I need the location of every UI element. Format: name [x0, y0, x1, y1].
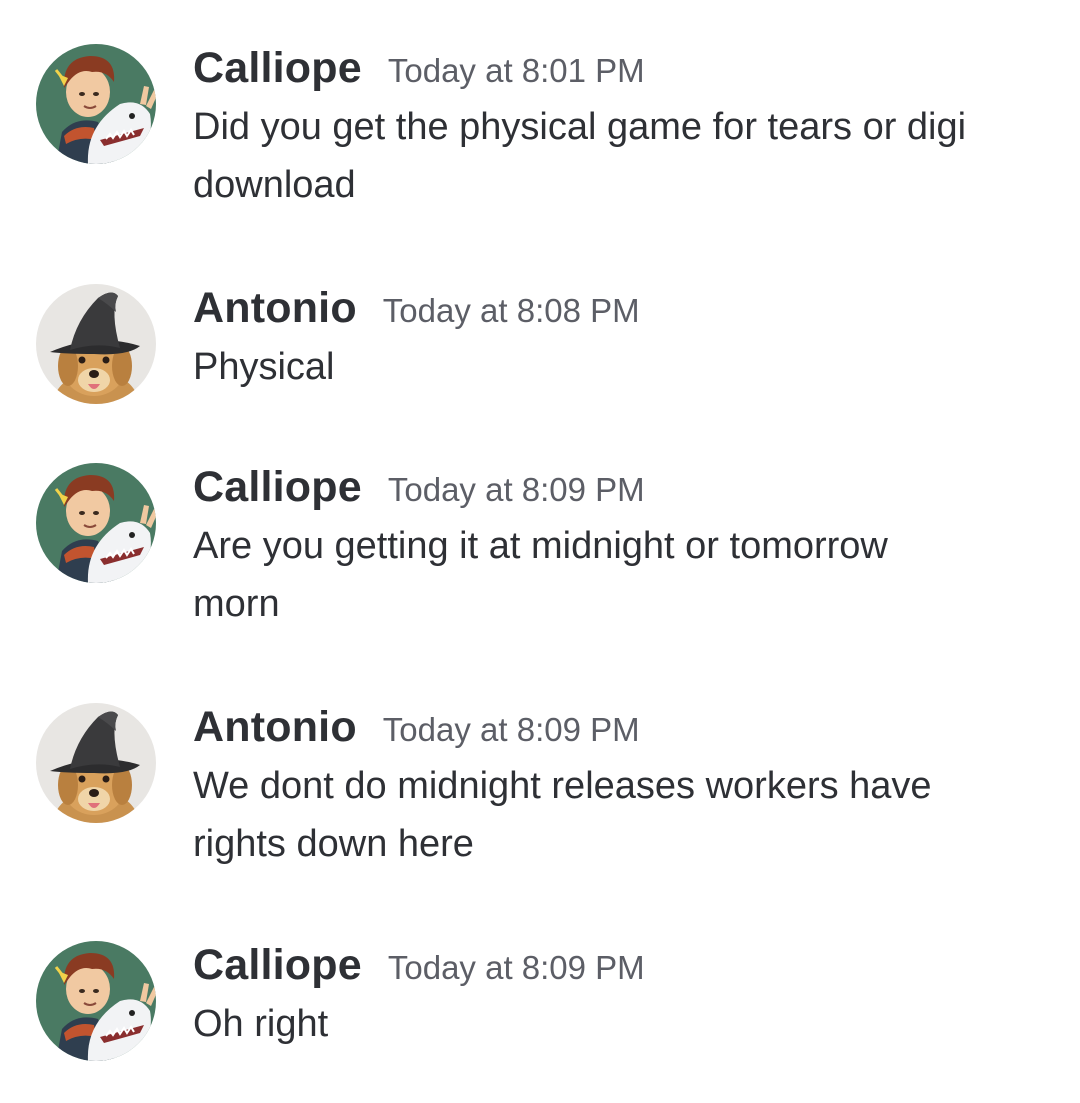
message-content: Physical: [193, 338, 1040, 396]
timestamp: Today at 8:08 PM: [382, 292, 640, 329]
timestamp: Today at 8:09 PM: [387, 949, 645, 986]
message-content: Are you getting it at midnight or tomorr…: [193, 517, 1040, 633]
message-body: Calliope Today at 8:01 PM Did you get th…: [193, 44, 1040, 214]
message-line: Physical: [193, 346, 335, 388]
message-line: We dont do midnight releases workers hav…: [193, 765, 932, 807]
avatar[interactable]: [36, 463, 156, 583]
message-header: Calliope Today at 8:09 PM: [193, 941, 1040, 995]
message-body: Calliope Today at 8:09 PM Are you gettin…: [193, 463, 1040, 633]
avatar[interactable]: [36, 703, 156, 823]
avatar-image: [36, 284, 156, 404]
message-content: Did you get the physical game for tears …: [193, 98, 1040, 214]
avatar-image: [36, 44, 156, 164]
message-line: download: [193, 164, 356, 206]
avatar-image: [36, 463, 156, 583]
timestamp: Today at 8:01 PM: [387, 52, 645, 89]
message-body: Calliope Today at 8:09 PM Oh right: [193, 941, 1040, 1053]
username[interactable]: Antonio: [193, 703, 357, 752]
message-header: Calliope Today at 8:01 PM: [193, 44, 1040, 98]
timestamp: Today at 8:09 PM: [387, 471, 645, 508]
username[interactable]: Calliope: [193, 463, 362, 512]
avatar-image: [36, 703, 156, 823]
message-line: Are you getting it at midnight or tomorr…: [193, 525, 888, 567]
message-header: Antonio Today at 8:09 PM: [193, 703, 1040, 757]
avatar[interactable]: [36, 941, 156, 1061]
message-content: Oh right: [193, 995, 1040, 1053]
username[interactable]: Antonio: [193, 284, 357, 333]
message-line: Did you get the physical game for tears …: [193, 106, 967, 148]
message-body: Antonio Today at 8:09 PM We dont do midn…: [193, 703, 1040, 873]
message-header: Calliope Today at 8:09 PM: [193, 463, 1040, 517]
message-line: rights down here: [193, 823, 474, 865]
username[interactable]: Calliope: [193, 941, 362, 990]
username[interactable]: Calliope: [193, 44, 362, 93]
avatar-image: [36, 941, 156, 1061]
message-line: morn: [193, 583, 280, 625]
timestamp: Today at 8:09 PM: [382, 711, 640, 748]
message-header: Antonio Today at 8:08 PM: [193, 284, 1040, 338]
avatar[interactable]: [36, 44, 156, 164]
avatar[interactable]: [36, 284, 156, 404]
message-content: We dont do midnight releases workers hav…: [193, 757, 1040, 873]
message-body: Antonio Today at 8:08 PM Physical: [193, 284, 1040, 396]
message-line: Oh right: [193, 1003, 329, 1045]
